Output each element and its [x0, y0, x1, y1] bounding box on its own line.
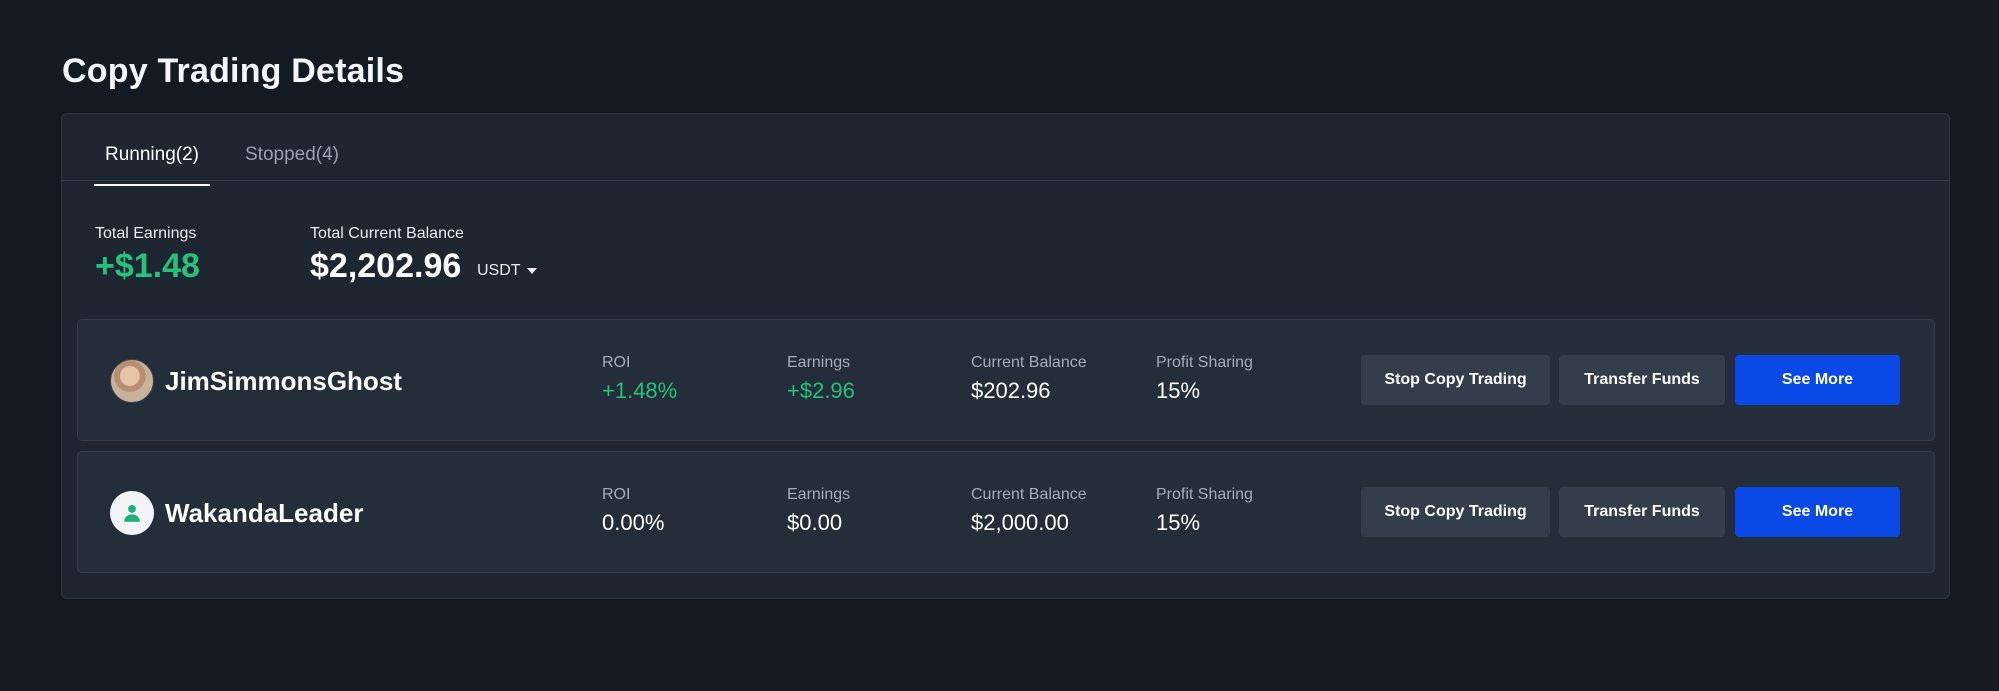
profit-sharing-value: 15%: [1156, 378, 1201, 403]
currency-label: USDT: [477, 262, 521, 279]
see-more-button[interactable]: See More: [1735, 355, 1900, 405]
user-icon: [124, 505, 140, 522]
tab-stopped[interactable]: Stopped(4): [234, 144, 350, 184]
current-balance-value: $202.96: [971, 378, 1051, 403]
transfer-funds-button[interactable]: Transfer Funds: [1559, 355, 1725, 405]
transfer-funds-button[interactable]: Transfer Funds: [1559, 487, 1725, 537]
earnings-label: Earnings: [787, 486, 851, 503]
roi-value: 0.00%: [602, 510, 665, 535]
caret-down-icon: [526, 268, 537, 274]
total-earnings-value: +$1.48: [95, 247, 200, 285]
earnings-label: Earnings: [787, 354, 851, 371]
roi-label: ROI: [602, 354, 631, 371]
current-balance-label: Current Balance: [971, 354, 1087, 371]
tab-running[interactable]: Running(2): [94, 144, 210, 186]
stop-copy-trading-button[interactable]: Stop Copy Trading: [1361, 487, 1550, 537]
stop-copy-trading-button[interactable]: Stop Copy Trading: [1361, 355, 1550, 405]
total-balance-value: $2,202.96: [310, 247, 462, 285]
page-title: Copy Trading Details: [62, 52, 405, 90]
roi-label: ROI: [602, 486, 631, 503]
trader-row: WakandaLeader ROI 0.00% Earnings $0.00 C…: [77, 451, 1935, 573]
earnings-value: $0.00: [787, 510, 843, 535]
copy-trading-panel: Running(2) Stopped(4) Total Earnings +$1…: [61, 113, 1950, 599]
currency-dropdown[interactable]: USDT: [477, 262, 537, 280]
profit-sharing-value: 15%: [1156, 510, 1201, 535]
current-balance-label: Current Balance: [971, 486, 1087, 503]
roi-value: +1.48%: [602, 378, 678, 403]
current-balance-value: $2,000.00: [971, 510, 1069, 535]
profit-sharing-label: Profit Sharing: [1156, 486, 1253, 503]
trader-row: JimSimmonsGhost ROI +1.48% Earnings +$2.…: [77, 319, 1935, 441]
profit-sharing-label: Profit Sharing: [1156, 354, 1253, 371]
photo-avatar: [110, 359, 154, 403]
see-more-button[interactable]: See More: [1735, 487, 1900, 537]
total-balance-label: Total Current Balance: [310, 225, 464, 242]
earnings-value: +$2.96: [787, 378, 855, 403]
tab-bar: Running(2) Stopped(4): [62, 114, 1949, 186]
user-avatar: [110, 491, 154, 535]
trader-name: JimSimmonsGhost: [165, 366, 402, 396]
trader-name: WakandaLeader: [165, 498, 364, 528]
total-earnings-label: Total Earnings: [95, 225, 197, 242]
